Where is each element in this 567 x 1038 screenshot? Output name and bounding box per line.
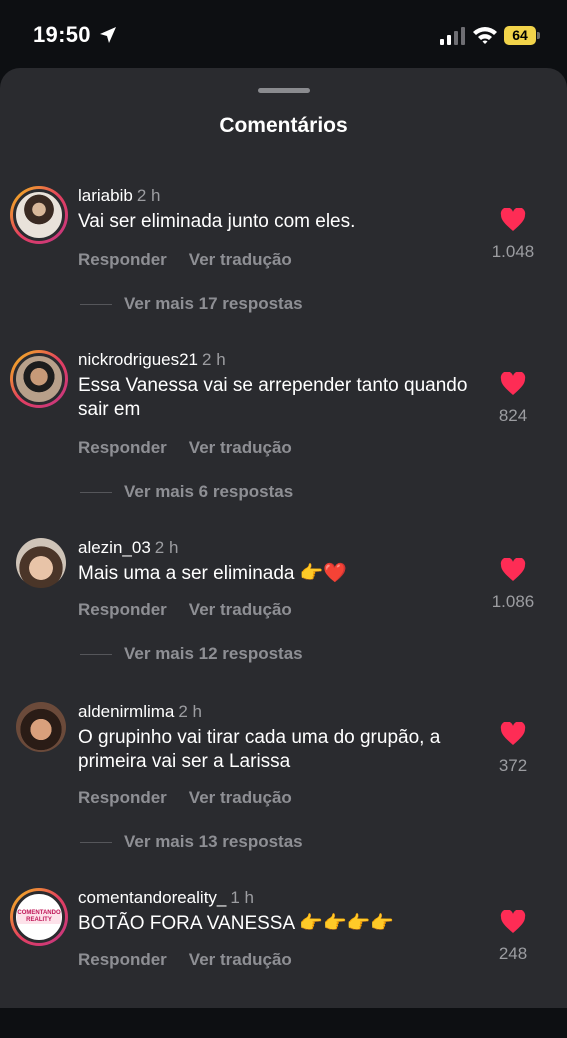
- comment-text: Mais uma a ser eliminada 👉❤️: [78, 563, 348, 584]
- comment-item: lariabib 2 h Vai ser eliminada junto com …: [0, 186, 567, 336]
- comment-text: Essa Vanessa vai se arrepender tanto qua…: [78, 375, 468, 420]
- view-more-label: Ver mais 17 respostas: [124, 294, 303, 313]
- avatar-logo-text: COMENTANDO REALITY: [17, 910, 61, 924]
- status-bar: 19:50 64: [0, 0, 567, 70]
- battery-nub: [537, 32, 540, 39]
- heart-icon: [500, 208, 526, 231]
- comment-text: BOTÃO FORA VANESSA 👉👉👉👉: [78, 913, 395, 934]
- divider: [80, 492, 112, 494]
- like-count: 1.086: [491, 592, 535, 611]
- translate-button[interactable]: Ver tradução: [189, 788, 292, 807]
- like-count: 824: [498, 406, 528, 425]
- like-count: 1.048: [491, 242, 535, 261]
- avatar[interactable]: [10, 350, 68, 408]
- translate-button[interactable]: Ver tradução: [189, 600, 292, 619]
- like-button[interactable]: 824: [473, 372, 553, 426]
- cellular-signal-icon: [440, 27, 465, 45]
- reply-button[interactable]: Responder: [78, 600, 167, 619]
- view-more-replies[interactable]: Ver mais 6 respostas: [80, 482, 293, 502]
- like-count: 248: [498, 944, 528, 963]
- heart-icon: [500, 558, 526, 581]
- translate-button[interactable]: Ver tradução: [189, 438, 292, 457]
- view-more-replies[interactable]: Ver mais 12 respostas: [80, 644, 303, 664]
- view-more-label: Ver mais 6 respostas: [124, 482, 294, 501]
- heart-icon: [500, 910, 526, 933]
- comment-time: 2 h: [154, 538, 179, 557]
- like-button[interactable]: 372: [473, 722, 553, 776]
- comment-username[interactable]: nickrodrigues21: [78, 350, 198, 369]
- wifi-icon: [473, 27, 497, 44]
- divider: [80, 842, 112, 844]
- location-arrow-icon: [100, 27, 116, 43]
- view-more-label: Ver mais 12 respostas: [124, 644, 303, 663]
- status-time: 19:50: [33, 22, 91, 47]
- comment-text: Vai ser eliminada junto com eles.: [78, 211, 356, 232]
- comments-sheet: Comentários lariabib 2 h Vai ser eliminad…: [0, 68, 567, 1008]
- sheet-title: Comentários: [219, 114, 348, 137]
- like-button[interactable]: 248: [473, 910, 553, 964]
- reply-button[interactable]: Responder: [78, 788, 167, 807]
- comment-item: COMENTANDO REALITY comentandoreality_ 1 h…: [0, 888, 567, 1038]
- comment-item: aldenirmlima 2 h O grupinho vai tirar cad…: [0, 702, 567, 852]
- comment-username[interactable]: lariabib: [78, 186, 133, 205]
- comment-time: 2 h: [178, 702, 203, 721]
- reply-button[interactable]: Responder: [78, 438, 167, 457]
- battery-icon: 64: [504, 26, 536, 45]
- reply-button[interactable]: Responder: [78, 250, 167, 269]
- like-count: 372: [498, 756, 528, 775]
- sheet-grabber[interactable]: [258, 88, 310, 93]
- comment-username[interactable]: aldenirmlima: [78, 702, 174, 721]
- view-more-replies[interactable]: Ver mais 17 respostas: [80, 294, 303, 314]
- view-more-replies[interactable]: Ver mais 13 respostas: [80, 832, 303, 852]
- divider: [80, 654, 112, 656]
- reply-button[interactable]: Responder: [78, 950, 167, 969]
- comment-username[interactable]: alezin_03: [78, 538, 151, 557]
- divider: [80, 304, 112, 306]
- comment-item: alezin_03 2 h Mais uma a ser eliminada 👉❤…: [0, 538, 567, 688]
- like-button[interactable]: 1.048: [473, 208, 553, 262]
- heart-icon: [500, 722, 526, 745]
- comment-username[interactable]: comentandoreality_: [78, 888, 226, 907]
- translate-button[interactable]: Ver tradução: [189, 250, 292, 269]
- comment-time: 2 h: [202, 350, 226, 369]
- avatar[interactable]: [10, 186, 68, 244]
- like-button[interactable]: 1.086: [473, 558, 553, 612]
- comment-text: O grupinho vai tirar cada uma do grupão,…: [78, 727, 441, 772]
- comment-item: nickrodrigues21 2 h Essa Vanessa vai se a…: [0, 350, 567, 502]
- heart-icon: [500, 372, 526, 395]
- view-more-label: Ver mais 13 respostas: [124, 832, 303, 851]
- avatar[interactable]: [16, 538, 66, 588]
- translate-button[interactable]: Ver tradução: [189, 950, 292, 969]
- avatar[interactable]: [16, 702, 66, 752]
- avatar[interactable]: COMENTANDO REALITY: [10, 888, 68, 946]
- comment-time: 1 h: [230, 888, 255, 907]
- comment-time: 2 h: [136, 186, 161, 205]
